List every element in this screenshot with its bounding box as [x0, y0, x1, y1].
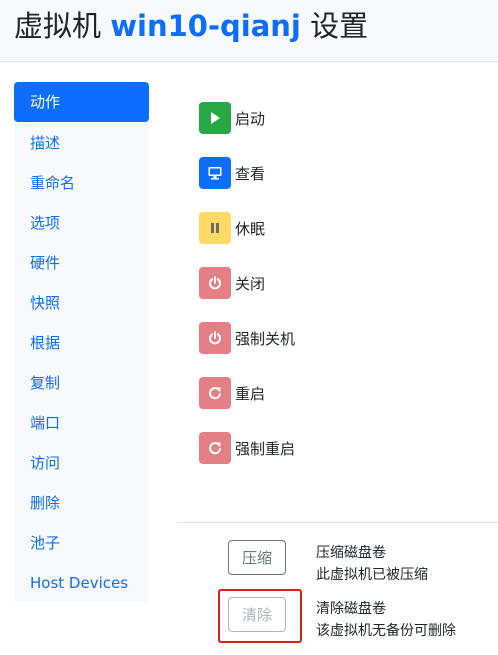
- shutdown-label: 关闭: [235, 274, 266, 293]
- sidebar-item-pool[interactable]: 池子: [14, 523, 149, 563]
- sidebar-item-actions[interactable]: 动作: [14, 82, 149, 122]
- force-shutdown-action[interactable]: 强制关机: [199, 322, 295, 354]
- sidebar-item-access[interactable]: 访问: [14, 443, 149, 483]
- sidebar-item-options[interactable]: 选项: [14, 203, 149, 243]
- power-icon[interactable]: [199, 322, 231, 354]
- title-prefix: 虚拟机: [14, 9, 102, 43]
- title-suffix: 设置: [310, 9, 369, 43]
- start-action[interactable]: 启动: [199, 102, 265, 134]
- restart-label: 重启: [235, 384, 266, 403]
- clear-status: 该虚拟机无备份可删除: [316, 623, 456, 639]
- force-shutdown-label: 强制关机: [235, 329, 296, 348]
- hibernate-action[interactable]: 休眠: [199, 212, 265, 244]
- compress-status: 此虚拟机已被压缩: [316, 567, 428, 583]
- power-icon[interactable]: [199, 267, 231, 299]
- restart-icon[interactable]: [199, 377, 231, 409]
- page-header: 虚拟机 win10-qianj 设置: [0, 0, 498, 62]
- sidebar-item-host-devices[interactable]: Host Devices: [14, 563, 149, 603]
- page-title: 虚拟机 win10-qianj 设置: [14, 6, 368, 46]
- shutdown-action[interactable]: 关闭: [199, 267, 265, 299]
- vm-name: win10-qianj: [110, 9, 301, 43]
- sidebar-item-hardware[interactable]: 硬件: [14, 243, 149, 283]
- force-restart-label: 强制重启: [235, 439, 296, 458]
- compress-description: 压缩磁盘卷 此虚拟机已被压缩: [316, 542, 428, 586]
- restart-icon[interactable]: [199, 432, 231, 464]
- start-label: 启动: [235, 109, 266, 128]
- section-divider: [178, 522, 498, 523]
- restart-action[interactable]: 重启: [199, 377, 265, 409]
- compress-button[interactable]: 压缩: [228, 540, 286, 575]
- clear-button[interactable]: 清除: [228, 597, 286, 632]
- clear-title: 清除磁盘卷: [316, 601, 386, 617]
- sidebar-item-description[interactable]: 描述: [14, 123, 149, 163]
- clear-description: 清除磁盘卷 该虚拟机无备份可删除: [316, 598, 456, 642]
- compress-title: 压缩磁盘卷: [316, 545, 386, 561]
- sidebar-item-ports[interactable]: 端口: [14, 403, 149, 443]
- sidebar-item-basis[interactable]: 根据: [14, 323, 149, 363]
- sidebar-item-rename[interactable]: 重命名: [14, 163, 149, 203]
- monitor-icon[interactable]: [199, 157, 231, 189]
- view-label: 查看: [235, 164, 266, 183]
- sidebar-item-clone[interactable]: 复制: [14, 363, 149, 403]
- pause-icon[interactable]: [199, 212, 231, 244]
- hibernate-label: 休眠: [235, 219, 266, 238]
- view-action[interactable]: 查看: [199, 157, 265, 189]
- force-restart-action[interactable]: 强制重启: [199, 432, 295, 464]
- sidebar-item-delete[interactable]: 删除: [14, 483, 149, 523]
- play-icon[interactable]: [199, 102, 231, 134]
- sidebar-item-snapshots[interactable]: 快照: [14, 283, 149, 323]
- settings-sidebar: 动作 描述 重命名 选项 硬件 快照 根据 复制 端口 访问 删除 池子 Hos…: [14, 82, 149, 602]
